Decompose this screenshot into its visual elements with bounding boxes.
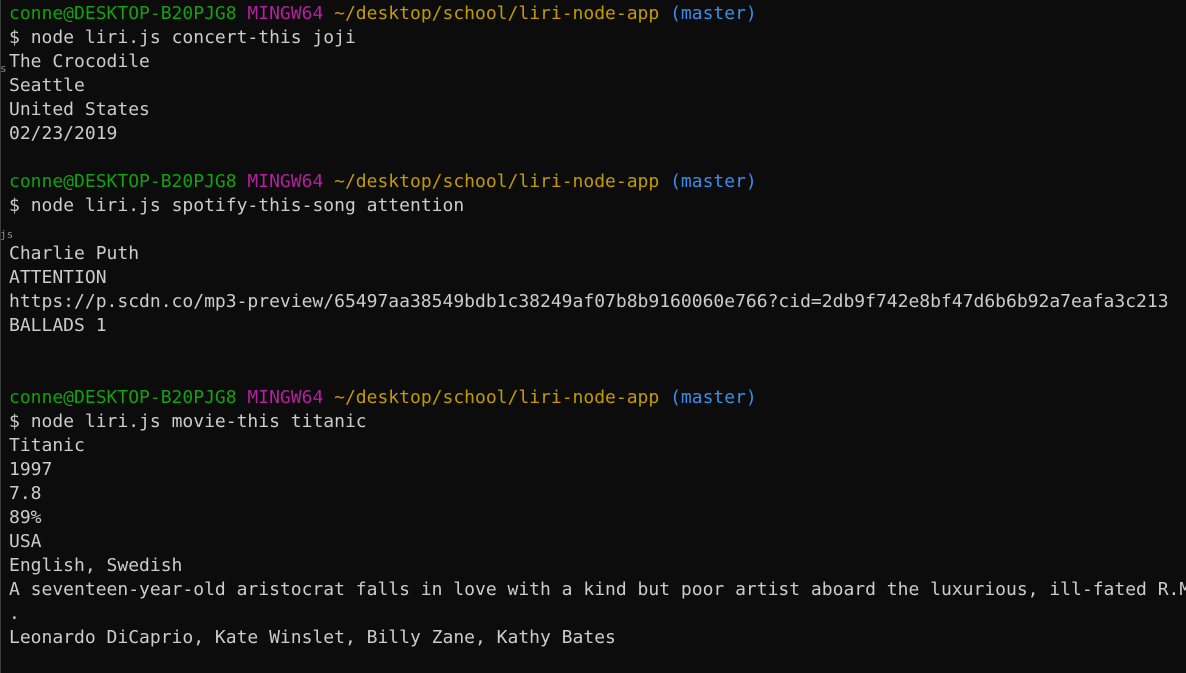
command-text: node liri.js movie-this titanic (30, 411, 367, 432)
output-country: United States (9, 99, 150, 120)
output-plot-wrap: . (9, 603, 20, 624)
prompt-line: conne@DESKTOP-B20PJG8 MINGW64 ~/desktop/… (9, 170, 1186, 194)
prompt-path: ~/desktop/school/liri-node-app (334, 3, 660, 24)
prompt-shell: MINGW64 (247, 171, 324, 192)
prompt-symbol: $ (9, 27, 20, 48)
output-rt-rating: 89% (9, 507, 42, 528)
prompt-shell: MINGW64 (247, 387, 324, 408)
output-city: Seattle (9, 75, 85, 96)
prompt-user-host: conne@DESKTOP-B20PJG8 (9, 171, 237, 192)
terminal-output: conne@DESKTOP-B20PJG8 MINGW64 ~/desktop/… (9, 2, 1186, 650)
prompt-symbol: $ (9, 195, 20, 216)
output-song: ATTENTION (9, 267, 107, 288)
command-line: $ node liri.js movie-this titanic (9, 410, 1186, 434)
command-line: $ node liri.js spotify-this-song attenti… (9, 194, 1186, 218)
prompt-path: ~/desktop/school/liri-node-app (334, 171, 660, 192)
output-album: BALLADS 1 (9, 315, 107, 336)
prompt-user-host: conne@DESKTOP-B20PJG8 (9, 3, 237, 24)
output-artist: Charlie Puth (9, 243, 140, 264)
command-text: node liri.js concert-this joji (30, 27, 356, 48)
prompt-branch: (master) (670, 171, 757, 192)
output-venue: The Crocodile (9, 51, 150, 72)
prompt-branch: (master) (670, 3, 757, 24)
prompt-line: conne@DESKTOP-B20PJG8 MINGW64 ~/desktop/… (9, 2, 1186, 26)
output-preview-url: https://p.scdn.co/mp3-preview/65497aa385… (9, 291, 1169, 312)
prompt-shell: MINGW64 (247, 3, 324, 24)
output-actors: Leonardo DiCaprio, Kate Winslet, Billy Z… (9, 627, 616, 648)
output-plot: A seventeen-year-old aristocrat falls in… (9, 579, 1186, 600)
output-date: 02/23/2019 (9, 123, 118, 144)
output-year: 1997 (9, 459, 53, 480)
gutter-mark: s (0, 62, 7, 75)
prompt-symbol: $ (9, 411, 20, 432)
command-line: $ node liri.js concert-this joji (9, 26, 1186, 50)
output-imdb-rating: 7.8 (9, 483, 42, 504)
prompt-line: conne@DESKTOP-B20PJG8 MINGW64 ~/desktop/… (9, 386, 1186, 410)
output-languages: English, Swedish (9, 555, 183, 576)
command-text: node liri.js spotify-this-song attention (30, 195, 465, 216)
output-title: Titanic (9, 435, 85, 456)
terminal-window[interactable]: s js conne@DESKTOP-B20PJG8 MINGW64 ~/des… (0, 0, 1186, 673)
prompt-path: ~/desktop/school/liri-node-app (334, 387, 660, 408)
prompt-user-host: conne@DESKTOP-B20PJG8 (9, 387, 237, 408)
prompt-branch: (master) (670, 387, 757, 408)
output-country: USA (9, 531, 42, 552)
